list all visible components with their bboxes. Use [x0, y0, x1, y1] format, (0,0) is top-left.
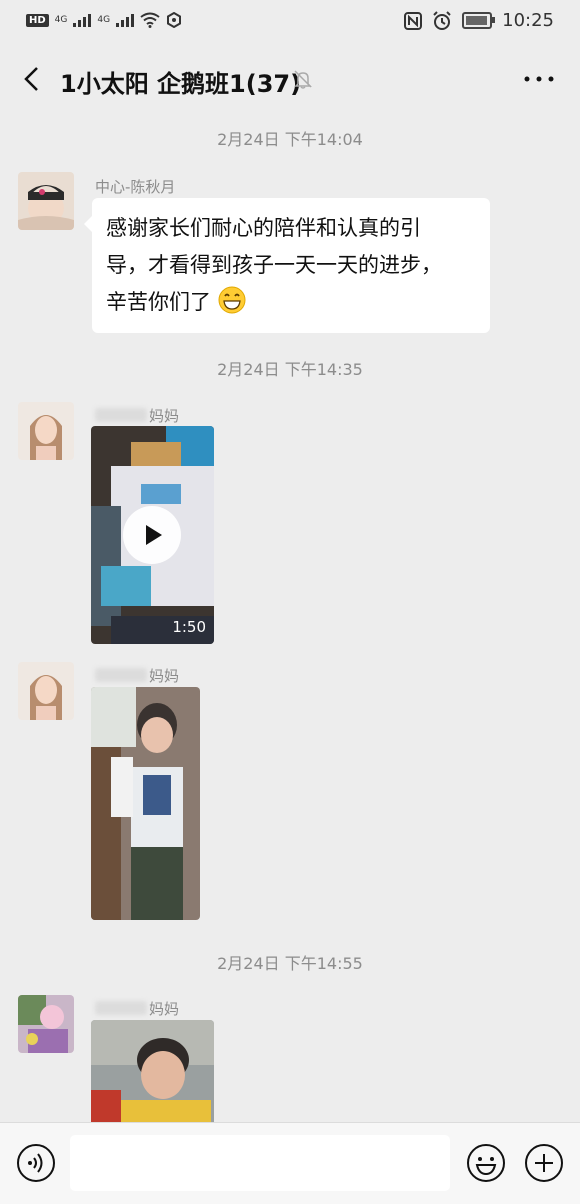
image-message[interactable] — [91, 1020, 214, 1122]
blurred-name — [95, 1001, 147, 1015]
add-icon[interactable] — [524, 1143, 564, 1183]
photo-thumbnail — [91, 687, 200, 920]
message-input[interactable] — [70, 1135, 450, 1191]
image-message[interactable] — [91, 687, 200, 920]
photo-thumbnail — [91, 1020, 214, 1122]
sender-suffix: 妈妈 — [149, 1000, 180, 1018]
status-bar: HD 4G 4G 10:25 — [0, 0, 580, 44]
status-left: HD 4G 4G — [26, 12, 182, 28]
avatar[interactable] — [18, 995, 74, 1053]
avatar[interactable] — [18, 172, 74, 230]
alarm-icon — [433, 10, 451, 30]
video-message[interactable]: 1:50 — [91, 426, 214, 644]
nfc-icon — [404, 11, 423, 30]
chat-header: 1小太阳 企鹅班1(37) — [0, 44, 580, 114]
timestamp: 2月24日 下午14:35 — [217, 360, 363, 379]
sender-name: 中心-陈秋月 — [95, 178, 176, 196]
sender-name: 妈妈 — [95, 405, 179, 426]
timestamp: 2月24日 下午14:55 — [217, 954, 363, 973]
back-icon[interactable] — [18, 64, 48, 94]
timestamp: 2月24日 下午14:04 — [217, 130, 363, 149]
avatar[interactable] — [18, 662, 74, 720]
video-duration: 1:50 — [172, 618, 206, 636]
blurred-name — [95, 668, 147, 682]
hd-badge: HD — [26, 13, 49, 27]
hotspot-icon — [167, 12, 182, 28]
network-label-1: 4G — [54, 15, 68, 25]
message-text-line: 感谢家长们耐心的陪伴和认真的引 — [106, 216, 421, 240]
signal-icon-2 — [116, 13, 135, 27]
battery-icon — [462, 12, 496, 29]
grin-emoji-icon — [218, 286, 246, 314]
play-button[interactable] — [123, 506, 181, 564]
play-icon — [146, 525, 162, 545]
mute-bell-icon — [294, 70, 312, 89]
input-bar — [0, 1122, 580, 1204]
message-text-line: 导，才看得到孩子一天一天的进步， — [106, 253, 442, 277]
sender-suffix: 妈妈 — [149, 407, 180, 425]
clock: 10:25 — [502, 10, 554, 31]
more-icon[interactable] — [522, 68, 556, 90]
network-label-2: 4G — [97, 15, 111, 25]
emoji-icon[interactable] — [466, 1143, 506, 1183]
chat-title: 1小太阳 企鹅班1(37) — [60, 70, 302, 98]
avatar[interactable] — [18, 402, 74, 460]
signal-icon — [73, 13, 92, 27]
sender-suffix: 妈妈 — [149, 667, 180, 685]
wifi-icon — [140, 12, 160, 28]
message-bubble[interactable]: 感谢家长们耐心的陪伴和认真的引 导，才看得到孩子一天一天的进步， 辛苦你们了 — [84, 198, 490, 333]
voice-icon[interactable] — [16, 1143, 56, 1183]
sender-name: 妈妈 — [95, 998, 179, 1019]
sender-name: 妈妈 — [95, 665, 179, 686]
message-text-line: 辛苦你们了 — [106, 290, 211, 314]
blurred-name — [95, 408, 147, 422]
status-right: 10:25 — [404, 10, 554, 31]
